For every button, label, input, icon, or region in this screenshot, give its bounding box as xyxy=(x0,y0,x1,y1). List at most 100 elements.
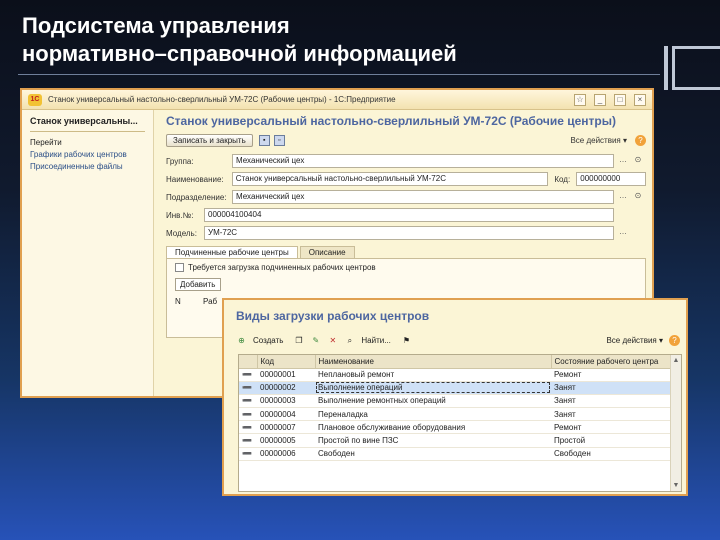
table-row[interactable]: ➖ 00000006 Свободен Свободен xyxy=(239,447,671,461)
form-title: Станок универсальный настольно-сверлильн… xyxy=(166,114,616,128)
row-state: Свободен xyxy=(551,447,671,461)
item-icon: ➖ xyxy=(242,370,252,380)
row-name: Свободен xyxy=(315,447,551,461)
load-types-table: Код Наименование Состояние рабочего цент… xyxy=(238,354,682,492)
post-icon[interactable]: ▫ xyxy=(273,134,285,146)
select-icon[interactable]: … xyxy=(617,191,629,203)
inv-label: Инв.№: xyxy=(166,210,194,220)
scroll-up-icon[interactable]: ▲ xyxy=(671,355,681,366)
all-actions-menu[interactable]: Все действия ▾ xyxy=(570,136,627,145)
code-field[interactable]: 000000000 xyxy=(576,172,647,186)
table-row[interactable]: ➖ 00000001 Неплановый ремонт Ремонт xyxy=(239,368,671,382)
add-button[interactable]: Добавить xyxy=(175,278,221,291)
create-button[interactable]: Создать xyxy=(253,336,283,345)
favorite-icon[interactable]: ☆ xyxy=(574,93,586,106)
window-titlebar: 1C Станок универсальный настольно-сверли… xyxy=(22,90,652,110)
row-code: 00000003 xyxy=(257,394,315,409)
find-button[interactable]: Найти... xyxy=(361,336,391,345)
item-icon: ➖ xyxy=(242,436,252,446)
row-code: 00000001 xyxy=(257,368,315,382)
table-row[interactable]: ➖ 00000005 Простой по вине ПЗС Простой xyxy=(239,433,671,448)
vertical-scrollbar[interactable]: ▲ ▼ xyxy=(670,355,681,491)
icon-column-header xyxy=(239,355,258,369)
load-checkbox[interactable] xyxy=(175,263,184,272)
minimize-icon[interactable]: _ xyxy=(594,93,606,106)
row-name: Выполнение операций xyxy=(315,381,551,395)
name-column-header[interactable]: Наименование xyxy=(315,355,552,369)
table-row[interactable]: ➖ 00000007 Плановое обслуживание оборудо… xyxy=(239,420,671,435)
navigation-panel: Станок универсальны... Перейти Графики р… xyxy=(22,110,154,396)
title-divider xyxy=(18,74,660,75)
slide-title-line2: нормативно–справочной информацией xyxy=(22,41,457,66)
help-icon[interactable]: ? xyxy=(635,134,646,146)
select-icon[interactable]: … xyxy=(617,227,629,239)
row-state: Простой xyxy=(551,433,671,448)
group-row: Группа: Механический цех … ⊙ xyxy=(166,152,646,170)
save-icon[interactable]: ▪ xyxy=(258,134,270,146)
find-icon[interactable]: ⌕ xyxy=(344,335,355,346)
nav-link-go[interactable]: Перейти xyxy=(30,137,145,149)
row-name: Переналадка xyxy=(315,407,551,422)
state-column-header[interactable]: Состояние рабочего центра xyxy=(551,355,672,369)
row-code: 00000002 xyxy=(257,381,315,395)
item-icon: ➖ xyxy=(242,396,252,406)
maximize-icon[interactable]: □ xyxy=(614,93,626,106)
row-state: Ремонт xyxy=(551,368,671,382)
item-icon: ➖ xyxy=(242,449,252,459)
model-label: Модель: xyxy=(166,228,197,238)
form-toolbar: Записать и закрыть ▪ ▫ Все действия ▾ ? xyxy=(166,132,646,148)
load-checkbox-row: Требуется загрузка подчиненных рабочих ц… xyxy=(175,263,637,272)
nav-link-files[interactable]: Присоединенные файлы xyxy=(30,161,145,173)
open-icon[interactable]: ⊙ xyxy=(632,155,644,167)
item-icon: ➖ xyxy=(242,409,252,419)
row-code: 00000006 xyxy=(257,447,315,461)
row-code: 00000007 xyxy=(257,420,315,435)
slide-title-line1: Подсистема управления xyxy=(22,13,290,38)
item-icon: ➖ xyxy=(242,422,252,432)
row-code: 00000004 xyxy=(257,407,315,422)
group-field[interactable]: Механический цех xyxy=(232,154,614,168)
all-actions-menu[interactable]: Все действия ▾ xyxy=(606,336,663,345)
division-field[interactable]: Механический цех xyxy=(232,190,614,204)
select-icon[interactable]: … xyxy=(617,155,629,167)
row-state: Занят xyxy=(551,381,671,395)
table-row[interactable]: ➖ 00000002 Выполнение операций Занят xyxy=(239,381,671,395)
scroll-down-icon[interactable]: ▼ xyxy=(671,480,681,491)
inv-row: Инв.№: 000004100404 xyxy=(166,206,646,224)
list-title: Виды загрузки рабочих центров xyxy=(236,309,430,323)
inv-field[interactable]: 000004100404 xyxy=(204,208,614,222)
open-icon[interactable]: ⊙ xyxy=(632,191,644,203)
row-code: 00000005 xyxy=(257,433,315,448)
edit-icon[interactable]: ✎ xyxy=(310,335,321,346)
slide-title: Подсистема управления нормативно–справоч… xyxy=(22,12,457,68)
row-state: Занят xyxy=(551,407,671,422)
code-column-header[interactable]: Код xyxy=(257,355,316,369)
row-name: Простой по вине ПЗС xyxy=(315,433,551,448)
nav-link-schedules[interactable]: Графики рабочих центров xyxy=(30,149,145,161)
model-row: Модель: УМ-72С … xyxy=(166,224,646,242)
load-types-window: Виды загрузки рабочих центров ⊕ Создать … xyxy=(222,298,688,496)
name-label: Наименование: xyxy=(166,174,224,184)
tab-subordinate-centers[interactable]: Подчиненные рабочие центры xyxy=(166,246,298,258)
create-icon[interactable]: ⊕ xyxy=(236,335,247,346)
help-icon[interactable]: ? xyxy=(669,334,680,346)
save-and-close-button[interactable]: Записать и закрыть xyxy=(166,133,253,147)
form-tabs: Подчиненные рабочие центры Описание xyxy=(166,246,646,258)
table-row[interactable]: ➖ 00000004 Переналадка Занят xyxy=(239,407,671,422)
name-field[interactable]: Станок универсальный настольно-сверлильн… xyxy=(231,172,549,186)
model-field[interactable]: УМ-72С xyxy=(204,226,614,240)
row-state: Ремонт xyxy=(551,420,671,435)
row-state: Занят xyxy=(551,394,671,409)
copy-icon[interactable]: ❐ xyxy=(293,335,304,346)
list-toolbar: ⊕ Создать ❐ ✎ ✕ ⌕ Найти... ⚑ Все действи… xyxy=(224,331,686,349)
group-label: Группа: xyxy=(166,156,194,166)
item-icon: ➖ xyxy=(242,383,252,393)
filter-icon[interactable]: ⚑ xyxy=(401,335,412,346)
row-name: Выполнение ремонтных операций xyxy=(315,394,551,409)
table-row[interactable]: ➖ 00000003 Выполнение ремонтных операций… xyxy=(239,394,671,409)
close-icon[interactable]: × xyxy=(634,93,646,106)
tab-description[interactable]: Описание xyxy=(299,246,355,258)
delete-icon[interactable]: ✕ xyxy=(327,335,338,346)
window-title: Станок универсальный настольно-сверлильн… xyxy=(48,95,396,104)
decor-bar xyxy=(664,46,668,90)
